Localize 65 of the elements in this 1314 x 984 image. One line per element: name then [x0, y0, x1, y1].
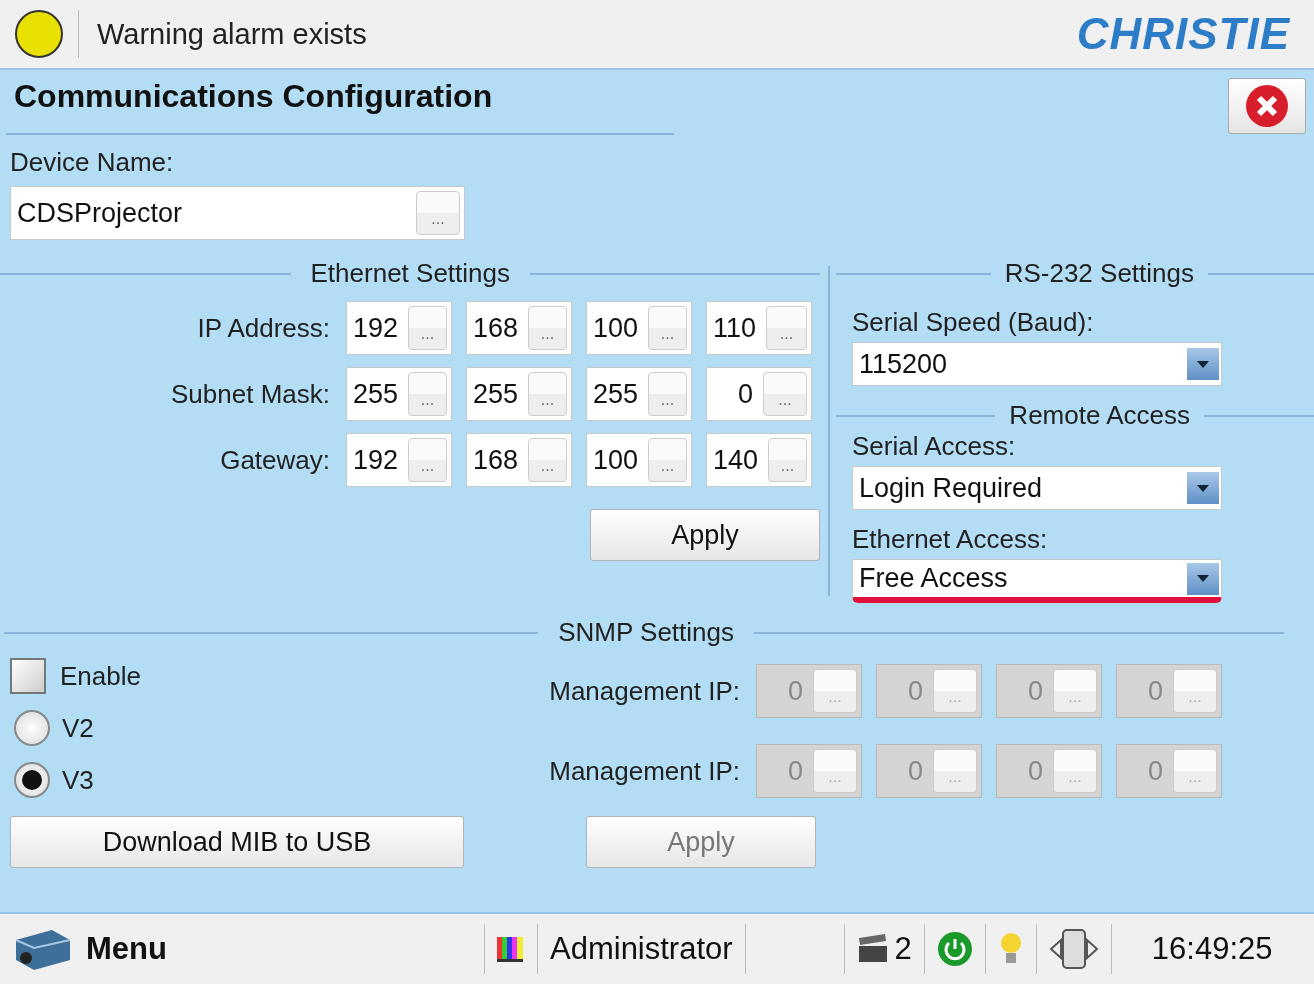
dropdown[interactable]: Free Access — [852, 559, 1222, 603]
radio-label: V2 — [62, 712, 94, 744]
user-name: Administrator — [550, 931, 733, 967]
close-icon — [1245, 84, 1289, 128]
dialog-title: Communications Configuration — [6, 78, 674, 135]
field-label: Gateway: — [219, 444, 330, 476]
caret-icon — [1187, 562, 1219, 595]
dropdown[interactable]: Login Required — [852, 466, 1222, 510]
logo: CHRISTIE — [1076, 9, 1290, 59]
clapperboard-icon — [856, 934, 889, 964]
number-field[interactable]: 255 ... — [586, 367, 692, 421]
status-message: Warning alarm exists — [97, 17, 368, 51]
number-field[interactable]: 0 ... — [706, 367, 812, 421]
edit-button[interactable]: ... — [763, 372, 807, 416]
count: 2 — [894, 931, 912, 967]
field-label: Serial Access: — [852, 431, 1017, 462]
edit-button[interactable]: ... — [416, 191, 460, 235]
clock-time: 16:49:25 — [1151, 931, 1273, 967]
number-field[interactable]: 255 ... — [346, 367, 452, 421]
caret-icon — [1187, 472, 1219, 504]
section-title: RS-232 Settings — [1004, 258, 1194, 289]
apply-button[interactable]: Apply — [590, 509, 820, 561]
download-button[interactable]: Download MIB to USB — [10, 816, 464, 868]
field-label: IP Address: — [196, 312, 330, 344]
edit-button[interactable]: ... — [648, 372, 687, 416]
number-field[interactable]: 168 ... — [466, 433, 572, 487]
caret-icon — [1187, 348, 1219, 380]
field-label: Subnet Mask: — [170, 378, 330, 410]
edit-button[interactable]: ... — [408, 306, 447, 350]
edit-button[interactable]: ... — [648, 306, 687, 350]
number-field[interactable]: 140 ... — [706, 433, 812, 487]
number-field[interactable]: 192 ... — [346, 433, 452, 487]
dropdown[interactable]: 115200 — [852, 342, 1222, 386]
edit-button[interactable]: ... — [528, 306, 567, 350]
edit-button[interactable]: ... — [768, 438, 807, 482]
field-label: Serial Speed (Baud): — [852, 307, 1095, 338]
radio-label: V3 — [62, 764, 94, 796]
section-title: Ethernet Settings — [310, 258, 510, 289]
number-field[interactable]: 168 ... — [466, 301, 572, 355]
number-field[interactable]: 100 ... — [586, 433, 692, 487]
close-button[interactable] — [1228, 78, 1306, 134]
field-label: Ethernet Access: — [852, 524, 1049, 555]
checkbox[interactable] — [10, 658, 46, 694]
field-label: Management IP: — [548, 675, 740, 707]
radio-button[interactable] — [14, 762, 50, 798]
color-bars-icon[interactable] — [497, 935, 525, 963]
edit-button[interactable]: ... — [528, 438, 567, 482]
text-field[interactable]: CDSProjector ... — [10, 186, 465, 240]
number-field[interactable]: 192 ... — [346, 301, 452, 355]
number-field[interactable]: 100 ... — [586, 301, 692, 355]
edit-button[interactable]: ... — [408, 438, 447, 482]
menu-button[interactable]: Menu — [12, 926, 472, 972]
number-field[interactable]: 110 ... — [706, 301, 812, 355]
checkbox-label: Enable — [60, 660, 141, 692]
radio-button[interactable] — [14, 710, 50, 746]
section-title: SNMP Settings — [558, 617, 734, 648]
field-label: Management IP: — [548, 755, 740, 787]
edit-button[interactable]: ... — [648, 438, 687, 482]
edit-button[interactable]: ... — [766, 306, 807, 350]
edit-button[interactable]: ... — [408, 372, 447, 416]
field-label: Device Name: — [10, 147, 175, 178]
number-field[interactable]: 255 ... — [466, 367, 572, 421]
power-icon[interactable] — [936, 931, 973, 967]
edit-button[interactable]: ... — [528, 372, 567, 416]
section-title: Remote Access — [1009, 400, 1190, 431]
